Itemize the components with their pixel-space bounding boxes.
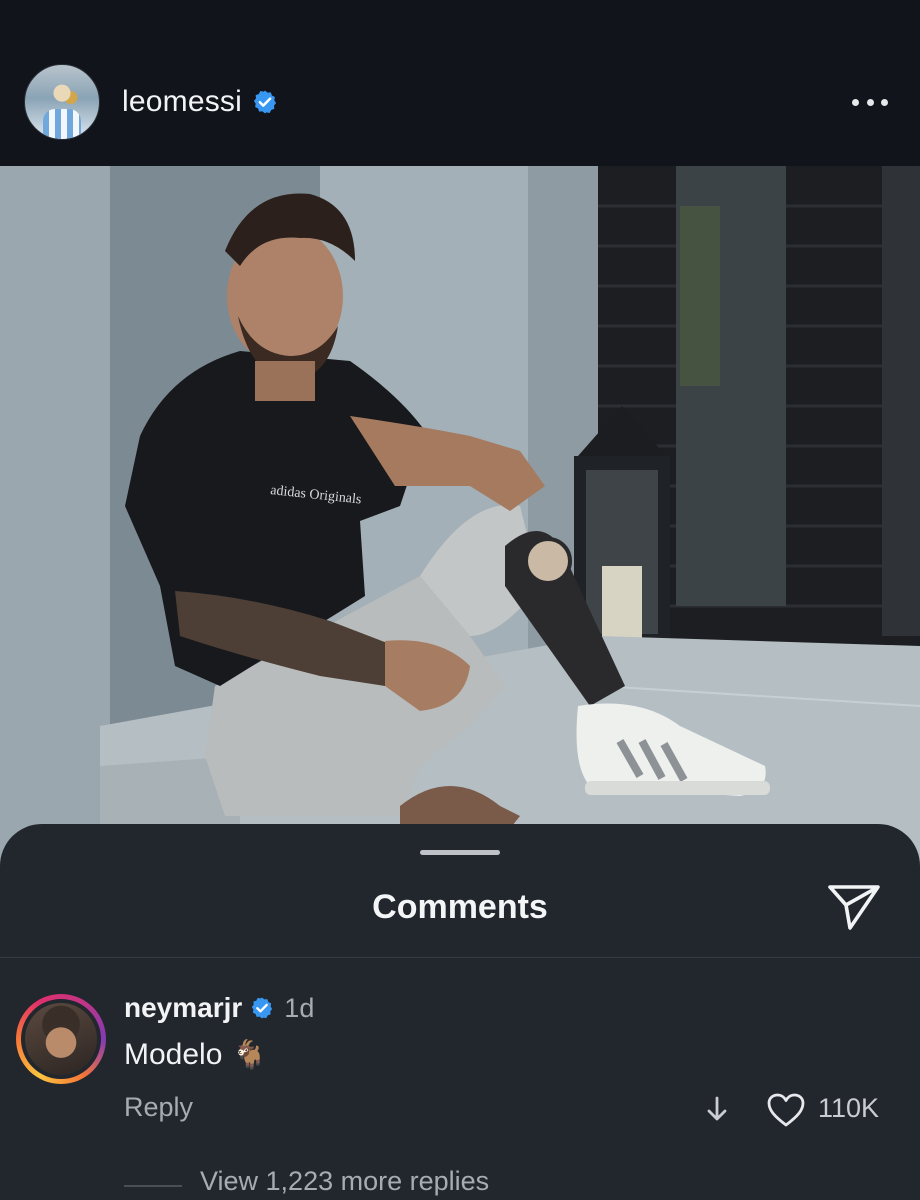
more-options-icon[interactable] — [852, 92, 888, 112]
share-paper-plane-icon[interactable] — [826, 882, 882, 932]
comment-author-avatar[interactable] — [21, 999, 101, 1079]
goat-emoji: 🐐 — [232, 1039, 268, 1070]
comment-header: neymarjr 1d — [124, 992, 314, 1024]
replies-thread-line — [124, 1185, 182, 1187]
like-count: 110K — [818, 1093, 880, 1123]
comment-author-username[interactable]: neymarjr — [124, 992, 242, 1024]
heart-icon[interactable] — [766, 1092, 806, 1128]
comment-body: Modelo 🐐 — [124, 1038, 267, 1072]
comment-avatar-story-ring[interactable] — [16, 994, 106, 1084]
author-avatar[interactable] — [24, 64, 100, 140]
post-photo[interactable]: adidas Originals — [0, 166, 920, 866]
post-photo-illustration: adidas Originals — [0, 166, 920, 866]
reply-button[interactable]: Reply — [124, 1092, 193, 1123]
view-more-replies-button[interactable]: View 1,223 more replies — [200, 1166, 489, 1197]
comment-timestamp: 1d — [284, 992, 315, 1023]
verified-badge-icon — [253, 90, 277, 114]
verified-badge-icon — [252, 997, 273, 1019]
arrow-down-icon[interactable] — [704, 1094, 730, 1124]
instagram-post-screen: leomessi adidas Originals Comments neyma… — [0, 0, 920, 1200]
comments-sheet: Comments neymarjr 1d Modelo 🐐 Reply 110K — [0, 824, 920, 1200]
sheet-grabber-handle[interactable] — [420, 850, 500, 855]
post-header: leomessi — [0, 0, 920, 166]
sheet-divider — [0, 957, 920, 958]
author-username[interactable]: leomessi — [122, 85, 242, 119]
comment-text: Modelo — [124, 1038, 223, 1071]
comments-title: Comments — [372, 888, 548, 926]
